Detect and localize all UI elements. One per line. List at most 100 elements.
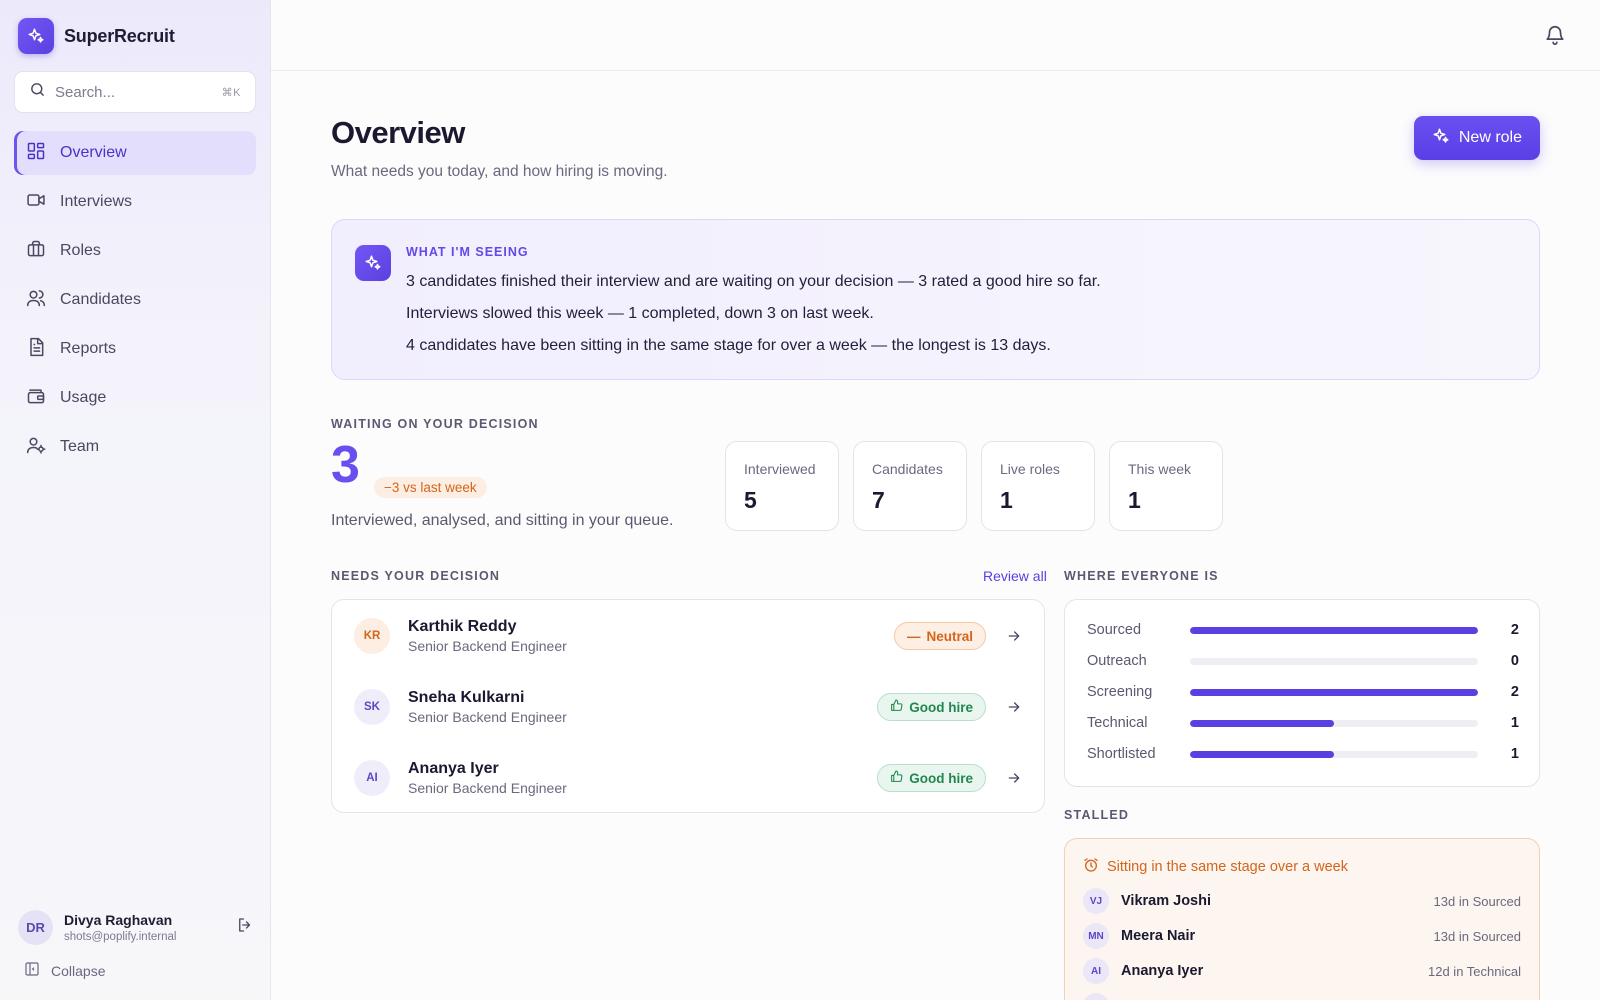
sidebar-item-roles[interactable]: Roles bbox=[14, 229, 256, 273]
stat-interviewed: Interviewed 5 bbox=[725, 441, 839, 531]
video-icon bbox=[26, 190, 46, 215]
candidate-role: Senior Backend Engineer bbox=[408, 709, 567, 725]
stat-value: 1 bbox=[1128, 487, 1141, 513]
logout-icon[interactable] bbox=[236, 916, 254, 939]
bell-icon[interactable] bbox=[1544, 24, 1566, 51]
stage-count: 2 bbox=[1510, 684, 1519, 700]
rating-badge: Good hire bbox=[877, 764, 986, 792]
decision-list: KR Karthik Reddy Senior Backend Engineer… bbox=[331, 599, 1045, 813]
avatar: AI bbox=[1083, 958, 1109, 984]
collapse-button[interactable]: Collapse bbox=[24, 961, 105, 980]
stat-label: This week bbox=[1128, 461, 1192, 477]
stat-value: 1 bbox=[1000, 487, 1013, 513]
insight-line: 4 candidates have been sitting in the sa… bbox=[406, 337, 1051, 354]
sidebar-item-overview[interactable]: Overview bbox=[14, 131, 256, 175]
arrow-right-icon[interactable] bbox=[1004, 770, 1024, 786]
sidebar-nav: Overview Interviews Roles Candidates Rep… bbox=[14, 131, 256, 474]
sidebar-item-label: Candidates bbox=[60, 291, 141, 308]
sidebar-item-label: Reports bbox=[60, 340, 117, 357]
list-item[interactable]: VJ Vikram Joshi 13d in Sourced bbox=[1083, 888, 1521, 914]
stage-count: 2 bbox=[1510, 622, 1519, 638]
sidebar-item-team[interactable]: Team bbox=[14, 425, 256, 469]
search-input[interactable]: Search... ⌘K bbox=[14, 71, 256, 113]
new-role-button[interactable]: New role bbox=[1413, 116, 1540, 160]
stalled-name: Meera Nair bbox=[1121, 928, 1196, 944]
avatar: DR bbox=[18, 910, 53, 945]
stat-label: Candidates bbox=[872, 461, 943, 477]
stage-count: 1 bbox=[1510, 715, 1519, 731]
thumbs-up-icon bbox=[890, 699, 903, 715]
pipeline-card: Sourced 2 Outreach 0 Screening 2 Technic… bbox=[1064, 599, 1540, 787]
users-icon bbox=[26, 288, 46, 313]
stage-row: Screening 2 bbox=[1087, 682, 1519, 702]
stage-name: Technical bbox=[1087, 715, 1148, 731]
stage-row: Technical 1 bbox=[1087, 713, 1519, 733]
thumbs-up-icon bbox=[890, 770, 903, 786]
sparkle-icon bbox=[1432, 127, 1450, 150]
sidebar-item-usage[interactable]: Usage bbox=[14, 376, 256, 420]
candidate-name: Sneha Kulkarni bbox=[408, 689, 525, 706]
stat-this-week: This week 1 bbox=[1109, 441, 1223, 531]
stage-bar-fill bbox=[1190, 750, 1334, 758]
pipeline-section-label: WHERE EVERYONE IS bbox=[1064, 569, 1219, 583]
stage-name: Outreach bbox=[1087, 653, 1147, 669]
stat-label: Live roles bbox=[1000, 461, 1060, 477]
rating-label: Good hire bbox=[909, 770, 973, 786]
list-item[interactable]: AI Ananya Iyer Senior Backend Engineer G… bbox=[354, 750, 1024, 806]
insight-panel: WHAT I'M SEEING 3 candidates finished th… bbox=[331, 219, 1540, 380]
brand[interactable]: SuperRecruit bbox=[18, 18, 175, 54]
rating-label: Neutral bbox=[926, 628, 973, 644]
insight-line: 3 candidates finished their interview an… bbox=[406, 273, 1101, 290]
avatar bbox=[1083, 993, 1109, 1000]
stage-bar-fill bbox=[1190, 719, 1334, 727]
sparkle-logo-icon bbox=[18, 18, 54, 54]
search-icon bbox=[29, 81, 46, 103]
stage-bar-fill bbox=[1190, 626, 1478, 634]
sidebar-collapse-icon bbox=[24, 961, 40, 980]
candidate-role: Senior Backend Engineer bbox=[408, 780, 567, 796]
avatar: MN bbox=[1083, 923, 1109, 949]
stat-value: 7 bbox=[872, 487, 885, 513]
candidate-name: Ananya Iyer bbox=[408, 760, 499, 777]
waiting-caption: Interviewed, analysed, and sitting in yo… bbox=[331, 512, 674, 529]
sidebar-item-label: Overview bbox=[60, 144, 127, 161]
sidebar-item-candidates[interactable]: Candidates bbox=[14, 278, 256, 322]
stage-bar-track bbox=[1190, 657, 1478, 665]
list-item[interactable]: SK Sneha Kulkarni Senior Backend Enginee… bbox=[354, 679, 1024, 735]
wallet-icon bbox=[26, 386, 46, 411]
list-item[interactable]: AI Ananya Iyer 12d in Technical bbox=[1083, 958, 1521, 984]
user-profile: DR Divya Raghavan shots@poplify.internal bbox=[18, 910, 254, 945]
arrow-right-icon[interactable] bbox=[1004, 628, 1024, 644]
avatar: SK bbox=[354, 689, 390, 725]
minus-icon: — bbox=[906, 628, 921, 644]
stage-bar-track bbox=[1190, 626, 1478, 634]
stat-label: Interviewed bbox=[744, 461, 816, 477]
collapse-label: Collapse bbox=[51, 962, 106, 979]
insight-label: WHAT I'M SEEING bbox=[406, 245, 529, 259]
arrow-right-icon[interactable] bbox=[1004, 699, 1024, 715]
alarm-clock-icon bbox=[1083, 857, 1099, 877]
list-item[interactable]: KR Karthik Reddy Senior Backend Engineer… bbox=[354, 608, 1024, 664]
list-item[interactable] bbox=[1083, 993, 1521, 1000]
rating-label: Good hire bbox=[909, 699, 973, 715]
sidebar-item-label: Roles bbox=[60, 242, 101, 259]
stalled-card: Sitting in the same stage over a week VJ… bbox=[1064, 838, 1540, 1000]
sidebar-item-label: Team bbox=[60, 438, 100, 455]
stage-row: Sourced 2 bbox=[1087, 620, 1519, 640]
review-all-link[interactable]: Review all bbox=[983, 568, 1047, 584]
sidebar-item-interviews[interactable]: Interviews bbox=[14, 180, 256, 224]
stalled-heading-text: Sitting in the same stage over a week bbox=[1107, 859, 1348, 875]
stalled-meta: 12d in Technical bbox=[1428, 963, 1521, 979]
user-gear-icon bbox=[26, 435, 46, 460]
avatar: VJ bbox=[1083, 888, 1109, 914]
candidate-role: Senior Backend Engineer bbox=[408, 638, 567, 654]
stalled-name: Ananya Iyer bbox=[1121, 963, 1204, 979]
app-name: SuperRecruit bbox=[64, 25, 175, 46]
sidebar-item-reports[interactable]: Reports bbox=[14, 327, 256, 371]
stage-name: Shortlisted bbox=[1087, 746, 1156, 762]
grid-icon bbox=[26, 141, 46, 166]
candidate-name: Karthik Reddy bbox=[408, 618, 517, 635]
list-item[interactable]: MN Meera Nair 13d in Sourced bbox=[1083, 923, 1521, 949]
waiting-count: 3 bbox=[331, 436, 360, 494]
stage-name: Screening bbox=[1087, 684, 1153, 700]
